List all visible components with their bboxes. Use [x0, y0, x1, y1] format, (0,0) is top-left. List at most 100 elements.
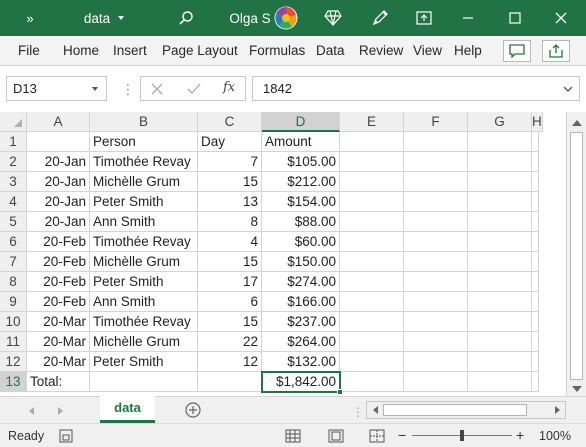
grid-cell[interactable] — [532, 152, 539, 172]
formula-input[interactable]: 1842 — [252, 76, 580, 101]
horizontal-scrollbar[interactable] — [366, 401, 566, 419]
grid-cell[interactable]: Michèlle Grum — [90, 172, 198, 192]
grid-cell[interactable] — [468, 252, 532, 272]
grid-cell[interactable]: Peter Smith — [90, 192, 198, 212]
diamond-icon[interactable] — [320, 0, 346, 36]
minimize-icon[interactable] — [453, 0, 483, 36]
grid-cell[interactable] — [468, 192, 532, 212]
quick-access-expand-icon[interactable]: » — [20, 0, 40, 36]
tab-review[interactable]: Review — [359, 36, 403, 66]
formula-bar-grip[interactable]: ⋮ — [121, 80, 135, 98]
row-header-4[interactable]: 4 — [0, 192, 27, 212]
grid-cell[interactable] — [340, 172, 404, 192]
tab-data[interactable]: Data — [316, 36, 345, 66]
column-header-f[interactable]: F — [404, 112, 468, 132]
grid-cell[interactable]: 7 — [198, 152, 262, 172]
grid-cell[interactable]: $150.00 — [262, 252, 340, 272]
grid-cell[interactable] — [404, 132, 468, 152]
horizontal-scroll-thumb[interactable] — [383, 404, 527, 416]
grid-cell[interactable] — [468, 332, 532, 352]
grid-cell[interactable] — [340, 352, 404, 372]
select-all-corner[interactable] — [0, 112, 27, 132]
grid-cell[interactable]: $88.00 — [262, 212, 340, 232]
column-header-a[interactable]: A — [27, 112, 90, 132]
grid-cell[interactable] — [468, 312, 532, 332]
split-grip[interactable]: ⋮ — [352, 405, 364, 419]
grid-cell[interactable] — [340, 332, 404, 352]
grid-cell[interactable] — [532, 192, 539, 212]
tab-view[interactable]: View — [413, 36, 442, 66]
grid-cell[interactable] — [404, 312, 468, 332]
next-sheet-icon[interactable] — [56, 406, 66, 416]
grid-cell[interactable] — [468, 352, 532, 372]
grid-cell[interactable]: Person — [90, 132, 198, 152]
name-box[interactable]: D13 — [6, 76, 107, 101]
document-title[interactable]: data — [80, 0, 130, 36]
grid-cell[interactable]: Amount — [262, 132, 340, 152]
grid-cell[interactable]: 20-Mar — [27, 332, 90, 352]
grid-cell[interactable] — [340, 132, 404, 152]
grid-cell[interactable] — [532, 372, 539, 392]
column-header-c[interactable]: C — [198, 112, 262, 132]
column-header-h[interactable]: H — [532, 112, 543, 132]
grid-cell[interactable]: Michèlle Grum — [90, 252, 198, 272]
grid-cell[interactable]: 15 — [198, 172, 262, 192]
grid-cell[interactable]: $154.00 — [262, 192, 340, 212]
grid-cell[interactable] — [340, 192, 404, 212]
grid-cell[interactable] — [404, 352, 468, 372]
grid-cell[interactable]: Peter Smith — [90, 352, 198, 372]
grid-cell[interactable] — [532, 332, 539, 352]
avatar[interactable] — [273, 0, 299, 36]
grid-cell[interactable] — [532, 132, 539, 152]
grid-cell[interactable]: $264.00 — [262, 332, 340, 352]
scroll-down-icon[interactable] — [571, 384, 583, 394]
ribbon-display-icon[interactable] — [411, 0, 437, 36]
previous-sheet-icon[interactable] — [26, 406, 36, 416]
row-header-8[interactable]: 8 — [0, 272, 27, 292]
grid-cell[interactable]: $60.00 — [262, 232, 340, 252]
grid-cell[interactable]: 6 — [198, 292, 262, 312]
grid-cell[interactable]: 20-Feb — [27, 232, 90, 252]
grid-cell[interactable]: Ann Smith — [90, 212, 198, 232]
grid-cell[interactable]: Timothée Revay — [90, 312, 198, 332]
grid-cell[interactable] — [468, 272, 532, 292]
grid-cell[interactable] — [340, 232, 404, 252]
grid-cell[interactable]: 20-Feb — [27, 292, 90, 312]
column-header-g[interactable]: G — [468, 112, 532, 132]
cancel-icon[interactable] — [151, 83, 163, 95]
zoom-level[interactable]: 100% — [539, 429, 571, 443]
row-header-11[interactable]: 11 — [0, 332, 27, 352]
grid-cell[interactable]: 22 — [198, 332, 262, 352]
insert-function-icon[interactable]: fx — [223, 80, 235, 95]
grid-cell[interactable]: 17 — [198, 272, 262, 292]
grid-cell[interactable]: Total: — [27, 372, 90, 392]
grid-cell[interactable] — [532, 272, 539, 292]
grid-cell[interactable] — [404, 372, 468, 392]
accessibility-icon[interactable] — [59, 429, 73, 443]
expand-formula-bar-icon[interactable] — [563, 84, 573, 94]
grid-cell[interactable]: Michèlle Grum — [90, 332, 198, 352]
grid-cell[interactable]: $132.00 — [262, 352, 340, 372]
scroll-up-icon[interactable] — [571, 118, 583, 128]
add-sheet-icon[interactable] — [185, 402, 201, 418]
grid-cell[interactable] — [468, 132, 532, 152]
grid-cell[interactable] — [404, 332, 468, 352]
grid-cell[interactable] — [90, 372, 198, 392]
grid-cell[interactable] — [404, 272, 468, 292]
grid-cell[interactable]: $1,842.00 — [262, 372, 340, 392]
row-header-9[interactable]: 9 — [0, 292, 27, 312]
sheet-tab-data[interactable]: data — [100, 396, 155, 423]
tab-insert[interactable]: Insert — [113, 36, 147, 66]
grid-cell[interactable] — [340, 212, 404, 232]
chevron-down-icon[interactable] — [90, 84, 100, 94]
maximize-icon[interactable] — [500, 0, 530, 36]
search-icon[interactable] — [172, 0, 200, 36]
grid-cell[interactable]: 20-Feb — [27, 252, 90, 272]
pen-icon[interactable] — [367, 0, 393, 36]
grid-cell[interactable]: 12 — [198, 352, 262, 372]
grid-cell[interactable]: $105.00 — [262, 152, 340, 172]
row-header-5[interactable]: 5 — [0, 212, 27, 232]
grid-cell[interactable]: 20-Jan — [27, 212, 90, 232]
grid-cell[interactable]: $212.00 — [262, 172, 340, 192]
grid-cell[interactable] — [468, 292, 532, 312]
